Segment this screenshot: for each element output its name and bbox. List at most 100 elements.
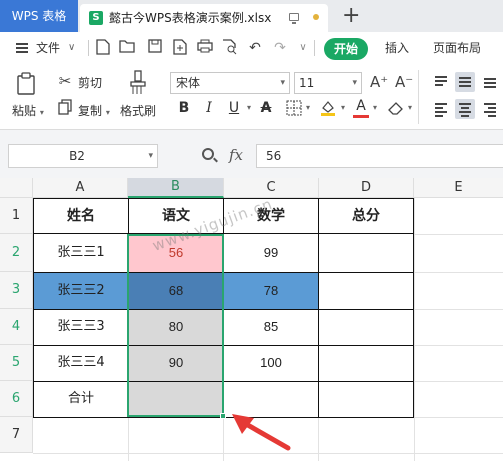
font-size-select[interactable]: 11 ▾ xyxy=(294,72,362,94)
gridline xyxy=(414,234,503,235)
menu-file[interactable]: 文件 xyxy=(36,32,60,64)
tab-page-layout[interactable]: 页面布局 xyxy=(433,32,481,64)
title-bar: WPS 表格 S 懿古今WPS表格演示案例.xlsx + xyxy=(0,0,503,32)
cell-a2[interactable]: 张三三1 xyxy=(34,234,128,272)
scissors-icon[interactable]: ✂ xyxy=(56,72,74,90)
cell-d6[interactable] xyxy=(319,381,413,417)
cell-c2[interactable]: 99 xyxy=(224,234,318,272)
row-header-7[interactable]: 7 xyxy=(0,417,33,453)
paste-button[interactable]: 粘贴 ▾ xyxy=(12,102,44,119)
align-top-icon[interactable] xyxy=(431,72,451,92)
paste-icon[interactable] xyxy=(14,72,38,98)
format-painter-button[interactable]: 格式刷 xyxy=(120,102,156,119)
hamburger-menu-icon[interactable] xyxy=(16,43,28,53)
bold-button[interactable]: B xyxy=(176,98,192,118)
cell-d2[interactable] xyxy=(319,234,413,272)
align-center-icon[interactable] xyxy=(455,99,475,119)
align-left-icon[interactable] xyxy=(431,99,451,119)
align-middle-icon[interactable] xyxy=(455,72,475,92)
gridline xyxy=(414,381,503,382)
cell-b4[interactable]: 80 xyxy=(129,309,223,345)
tab-start[interactable]: 开始 xyxy=(324,38,368,60)
cell-a5[interactable]: 张三三4 xyxy=(34,345,128,381)
chevron-down-icon[interactable]: ▾ xyxy=(370,98,380,118)
app-tab[interactable]: WPS 表格 xyxy=(0,0,78,32)
plus-icon[interactable]: + xyxy=(342,2,360,30)
export-pdf-icon[interactable] xyxy=(171,39,189,57)
monitor-icon[interactable] xyxy=(289,13,299,24)
cell-d5[interactable] xyxy=(319,345,413,381)
copy-icon[interactable] xyxy=(56,99,74,117)
border-icon[interactable] xyxy=(285,98,303,118)
formula-input[interactable]: 56 xyxy=(256,144,503,168)
gridline xyxy=(414,198,415,461)
ribbon-divider xyxy=(418,70,419,124)
paste-label: 粘贴 xyxy=(12,104,37,118)
chevron-down-icon[interactable]: ▾ xyxy=(244,98,254,118)
shrink-font-icon[interactable]: A⁻ xyxy=(395,72,413,92)
copy-button[interactable]: 复制 ▾ xyxy=(78,102,110,119)
column-header-c[interactable]: C xyxy=(224,178,319,198)
cell-c4[interactable]: 85 xyxy=(224,309,318,345)
cell-d1[interactable]: 总分 xyxy=(319,199,413,233)
chevron-down-icon: ▾ xyxy=(280,78,285,88)
fx-icon[interactable]: fx xyxy=(229,144,243,166)
row-header-6[interactable]: 6 xyxy=(0,381,33,417)
gridline xyxy=(223,417,224,461)
table-border xyxy=(413,198,414,418)
column-header-d[interactable]: D xyxy=(319,178,414,198)
strikethrough-button[interactable]: A xyxy=(258,98,274,118)
grow-font-icon[interactable]: A⁺ xyxy=(370,72,388,92)
column-header-a[interactable]: A xyxy=(33,178,128,198)
cell-c3[interactable]: 78 xyxy=(224,272,318,309)
chevron-down-icon[interactable]: ▾ xyxy=(338,98,348,118)
row-header-3[interactable]: 3 xyxy=(0,272,33,309)
select-all-corner[interactable] xyxy=(0,178,33,198)
formula-value: 56 xyxy=(266,149,282,163)
zoom-icon[interactable] xyxy=(202,148,214,160)
eraser-icon[interactable] xyxy=(386,98,406,118)
redo-icon[interactable]: ↷ xyxy=(271,39,289,57)
column-header-b[interactable]: B xyxy=(128,178,224,198)
new-file-icon[interactable] xyxy=(94,39,112,57)
cut-button[interactable]: 剪切 xyxy=(78,74,102,91)
chevron-down-icon[interactable]: ▾ xyxy=(405,98,415,118)
chevron-down-icon[interactable]: ▾ xyxy=(303,98,313,118)
cell-b6[interactable] xyxy=(129,381,223,417)
cell-a3[interactable]: 张三三2 xyxy=(34,272,128,309)
cell-b3[interactable]: 68 xyxy=(129,272,223,309)
cell-d4[interactable] xyxy=(319,309,413,345)
open-folder-icon[interactable] xyxy=(118,39,136,57)
cell-a4[interactable]: 张三三3 xyxy=(34,309,128,345)
format-painter-icon[interactable] xyxy=(128,70,148,96)
print-icon[interactable] xyxy=(196,39,214,57)
row-header-1[interactable]: 1 xyxy=(0,198,33,234)
italic-button[interactable]: I xyxy=(201,98,217,118)
font-name-select[interactable]: 宋体 ▾ xyxy=(170,72,290,94)
cell-d3[interactable] xyxy=(319,272,413,309)
chevron-down-icon[interactable]: ∨ xyxy=(294,39,312,57)
gridline xyxy=(128,417,129,461)
fill-color-icon[interactable] xyxy=(318,98,338,118)
save-icon[interactable] xyxy=(146,39,164,57)
font-color-icon[interactable]: A xyxy=(353,98,369,118)
underline-button[interactable]: U xyxy=(226,98,242,118)
gridline xyxy=(414,272,503,273)
undo-icon[interactable]: ↶ xyxy=(246,39,264,57)
cell-b5[interactable]: 90 xyxy=(129,345,223,381)
cell-c5[interactable]: 100 xyxy=(224,345,318,381)
name-box[interactable]: B2 ▾ xyxy=(8,144,158,168)
document-tab[interactable]: S 懿古今WPS表格演示案例.xlsx xyxy=(80,4,328,32)
cell-a6[interactable]: 合计 xyxy=(34,381,128,417)
cell-a1[interactable]: 姓名 xyxy=(34,199,128,233)
align-right-icon[interactable] xyxy=(480,99,500,119)
align-bottom-icon[interactable] xyxy=(480,72,500,92)
row-header-5[interactable]: 5 xyxy=(0,345,33,381)
chevron-down-icon[interactable]: ∨ xyxy=(68,32,75,64)
tab-insert[interactable]: 插入 xyxy=(385,32,409,64)
gridline xyxy=(414,345,503,346)
row-header-2[interactable]: 2 xyxy=(0,234,33,272)
column-header-e[interactable]: E xyxy=(414,178,503,198)
row-header-4[interactable]: 4 xyxy=(0,309,33,345)
print-preview-icon[interactable] xyxy=(221,39,239,57)
